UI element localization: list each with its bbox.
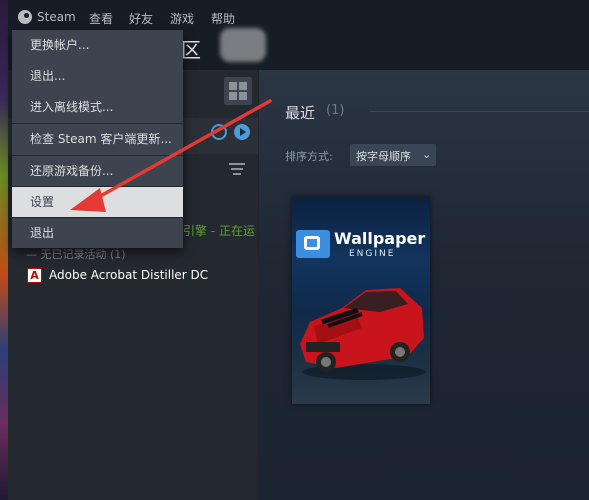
menu-item-exit[interactable]: 退出 <box>12 218 183 248</box>
menu-item-check-updates[interactable]: 检查 Steam 客户端更新... <box>12 124 183 154</box>
menu-view[interactable]: 查看 <box>89 10 113 27</box>
menu-steam[interactable]: Steam <box>37 10 76 24</box>
avatar[interactable] <box>220 28 266 62</box>
play-icon[interactable] <box>234 124 250 140</box>
car-artwork <box>300 288 426 380</box>
section-title[interactable]: 区 <box>181 34 201 63</box>
steam-logo-icon[interactable] <box>18 10 32 24</box>
menu-item-settings[interactable]: 设置 <box>12 187 183 217</box>
chevron-down-icon[interactable]: ⌄ <box>422 148 431 161</box>
recent-count: (1) <box>326 103 345 118</box>
clock-icon[interactable] <box>211 124 227 140</box>
running-status-text: 引擎 - 正在运 <box>183 224 255 238</box>
desktop-edge <box>0 0 8 500</box>
menu-friends[interactable]: 好友 <box>129 10 153 27</box>
sort-value[interactable]: 按字母顺序 <box>356 148 411 164</box>
wallpaper-engine-logo-icon <box>296 230 330 258</box>
game-card-title: Wallpaper <box>334 229 426 248</box>
menu-item-change-account[interactable]: 更换帐户... <box>12 30 183 60</box>
menu-help[interactable]: 帮助 <box>211 10 235 27</box>
grid-view-icon[interactable] <box>224 77 252 105</box>
menu-item-offline-mode[interactable]: 进入离线模式... <box>12 92 183 122</box>
pdf-icon: A <box>27 268 42 283</box>
menu-item-logout[interactable]: 退出... <box>12 61 183 91</box>
game-card-subtitle: ENGINE <box>349 249 396 259</box>
library-group-header[interactable]: — 无已记录活动 (1) <box>26 246 126 262</box>
menu-games[interactable]: 游戏 <box>170 10 194 27</box>
menu-item-restore-backup[interactable]: 还原游戏备份... <box>12 156 183 186</box>
filter-icon[interactable] <box>229 162 245 176</box>
app-name[interactable]: Adobe Acrobat Distiller DC <box>49 268 208 282</box>
section-divider <box>370 111 589 112</box>
sort-label: 排序方式: <box>285 150 333 163</box>
recent-title: 最近 <box>285 104 316 122</box>
